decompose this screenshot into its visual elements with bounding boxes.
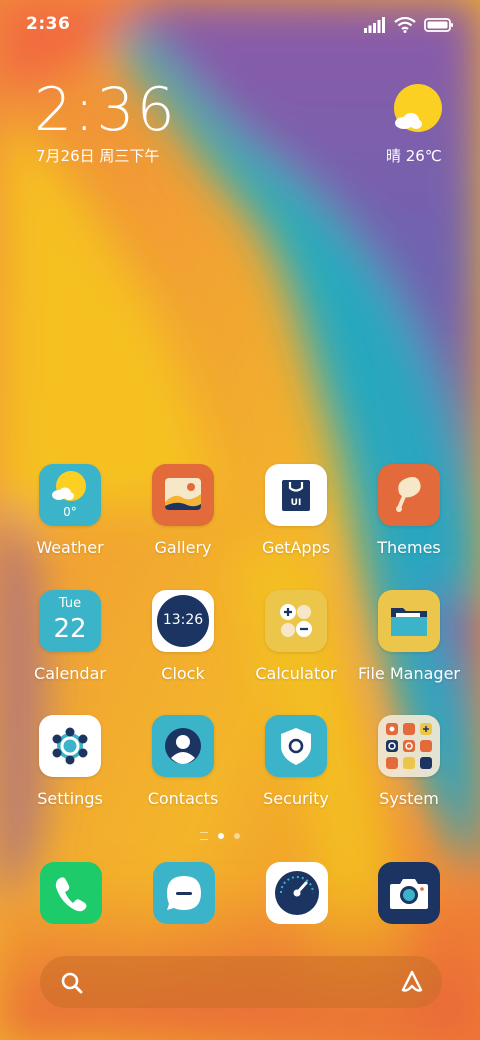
app-label: System <box>379 789 439 808</box>
assistant-icon[interactable] <box>398 969 426 995</box>
folder-grid-icon <box>378 715 440 777</box>
app-gallery[interactable]: Gallery <box>128 464 238 557</box>
phone-icon <box>55 877 87 912</box>
app-calendar[interactable]: Tue 22 Calendar <box>15 590 125 683</box>
app-contacts[interactable]: Contacts <box>128 715 238 808</box>
app-label: Security <box>263 789 329 808</box>
status-icons <box>364 14 454 36</box>
weather-temp: 0° <box>63 505 77 519</box>
contacts-icon <box>152 715 214 777</box>
app-themes[interactable]: Themes <box>354 464 464 557</box>
sun-cloud-icon[interactable] <box>392 84 444 136</box>
gallery-icon <box>152 464 214 526</box>
app-label: File Manager <box>358 664 460 683</box>
themes-icon <box>378 464 440 526</box>
getapps-badge: UI <box>290 498 302 508</box>
calendar-icon: Tue 22 <box>39 590 101 652</box>
app-label: Themes <box>377 538 441 557</box>
dock-phone[interactable] <box>40 862 102 924</box>
app-label: Clock <box>161 664 205 683</box>
app-calculator[interactable]: Calculator <box>241 590 351 683</box>
camera-icon <box>390 879 428 909</box>
app-label: Calculator <box>255 664 337 683</box>
app-label: Gallery <box>154 538 212 557</box>
widget-weather[interactable]: 晴 26℃ <box>386 145 442 166</box>
app-label: Weather <box>36 538 104 557</box>
messages-icon <box>167 876 201 910</box>
app-file-manager[interactable]: File Manager <box>354 590 464 683</box>
app-getapps[interactable]: UI GetApps <box>241 464 351 557</box>
dock-messages[interactable] <box>153 862 215 924</box>
calendar-day: 22 <box>53 614 87 644</box>
status-bar-time: 2:36 <box>26 14 71 34</box>
page-indicator[interactable] <box>200 830 248 842</box>
weather-icon: 0° <box>39 464 101 526</box>
battery-icon <box>424 18 453 32</box>
search-icon[interactable] <box>60 971 84 995</box>
app-settings[interactable]: Settings <box>15 715 125 808</box>
shield-icon <box>265 715 327 777</box>
dock-browser[interactable] <box>266 862 328 924</box>
app-system-folder[interactable]: System <box>354 715 464 808</box>
folder-icon <box>378 590 440 652</box>
signal-icon <box>364 17 385 33</box>
page-dot-active[interactable] <box>218 833 224 839</box>
widget-date[interactable]: 7月26日 周三下午 <box>36 145 159 166</box>
getapps-icon: UI <box>265 464 327 526</box>
dock-camera[interactable] <box>378 862 440 924</box>
app-clock[interactable]: 13:26 Clock <box>128 590 238 683</box>
app-label: Calendar <box>34 664 106 683</box>
app-label: GetApps <box>261 538 331 557</box>
clock-face-time: 13:26 <box>162 612 204 628</box>
search-bar[interactable] <box>40 956 442 1008</box>
app-security[interactable]: Security <box>241 715 351 808</box>
gear-icon <box>39 715 101 777</box>
app-label: Settings <box>37 789 103 808</box>
page-dot[interactable] <box>234 833 240 839</box>
page-menu-icon[interactable] <box>200 832 208 840</box>
clock-icon: 13:26 <box>152 590 214 652</box>
calendar-weekday: Tue <box>58 596 82 611</box>
browser-icon <box>275 871 319 915</box>
app-label: Contacts <box>147 789 219 808</box>
calculator-icon <box>265 590 327 652</box>
app-weather[interactable]: 0° Weather <box>15 464 125 557</box>
wifi-icon <box>394 17 416 33</box>
widget-clock-time[interactable]: 2:36 <box>34 74 177 146</box>
